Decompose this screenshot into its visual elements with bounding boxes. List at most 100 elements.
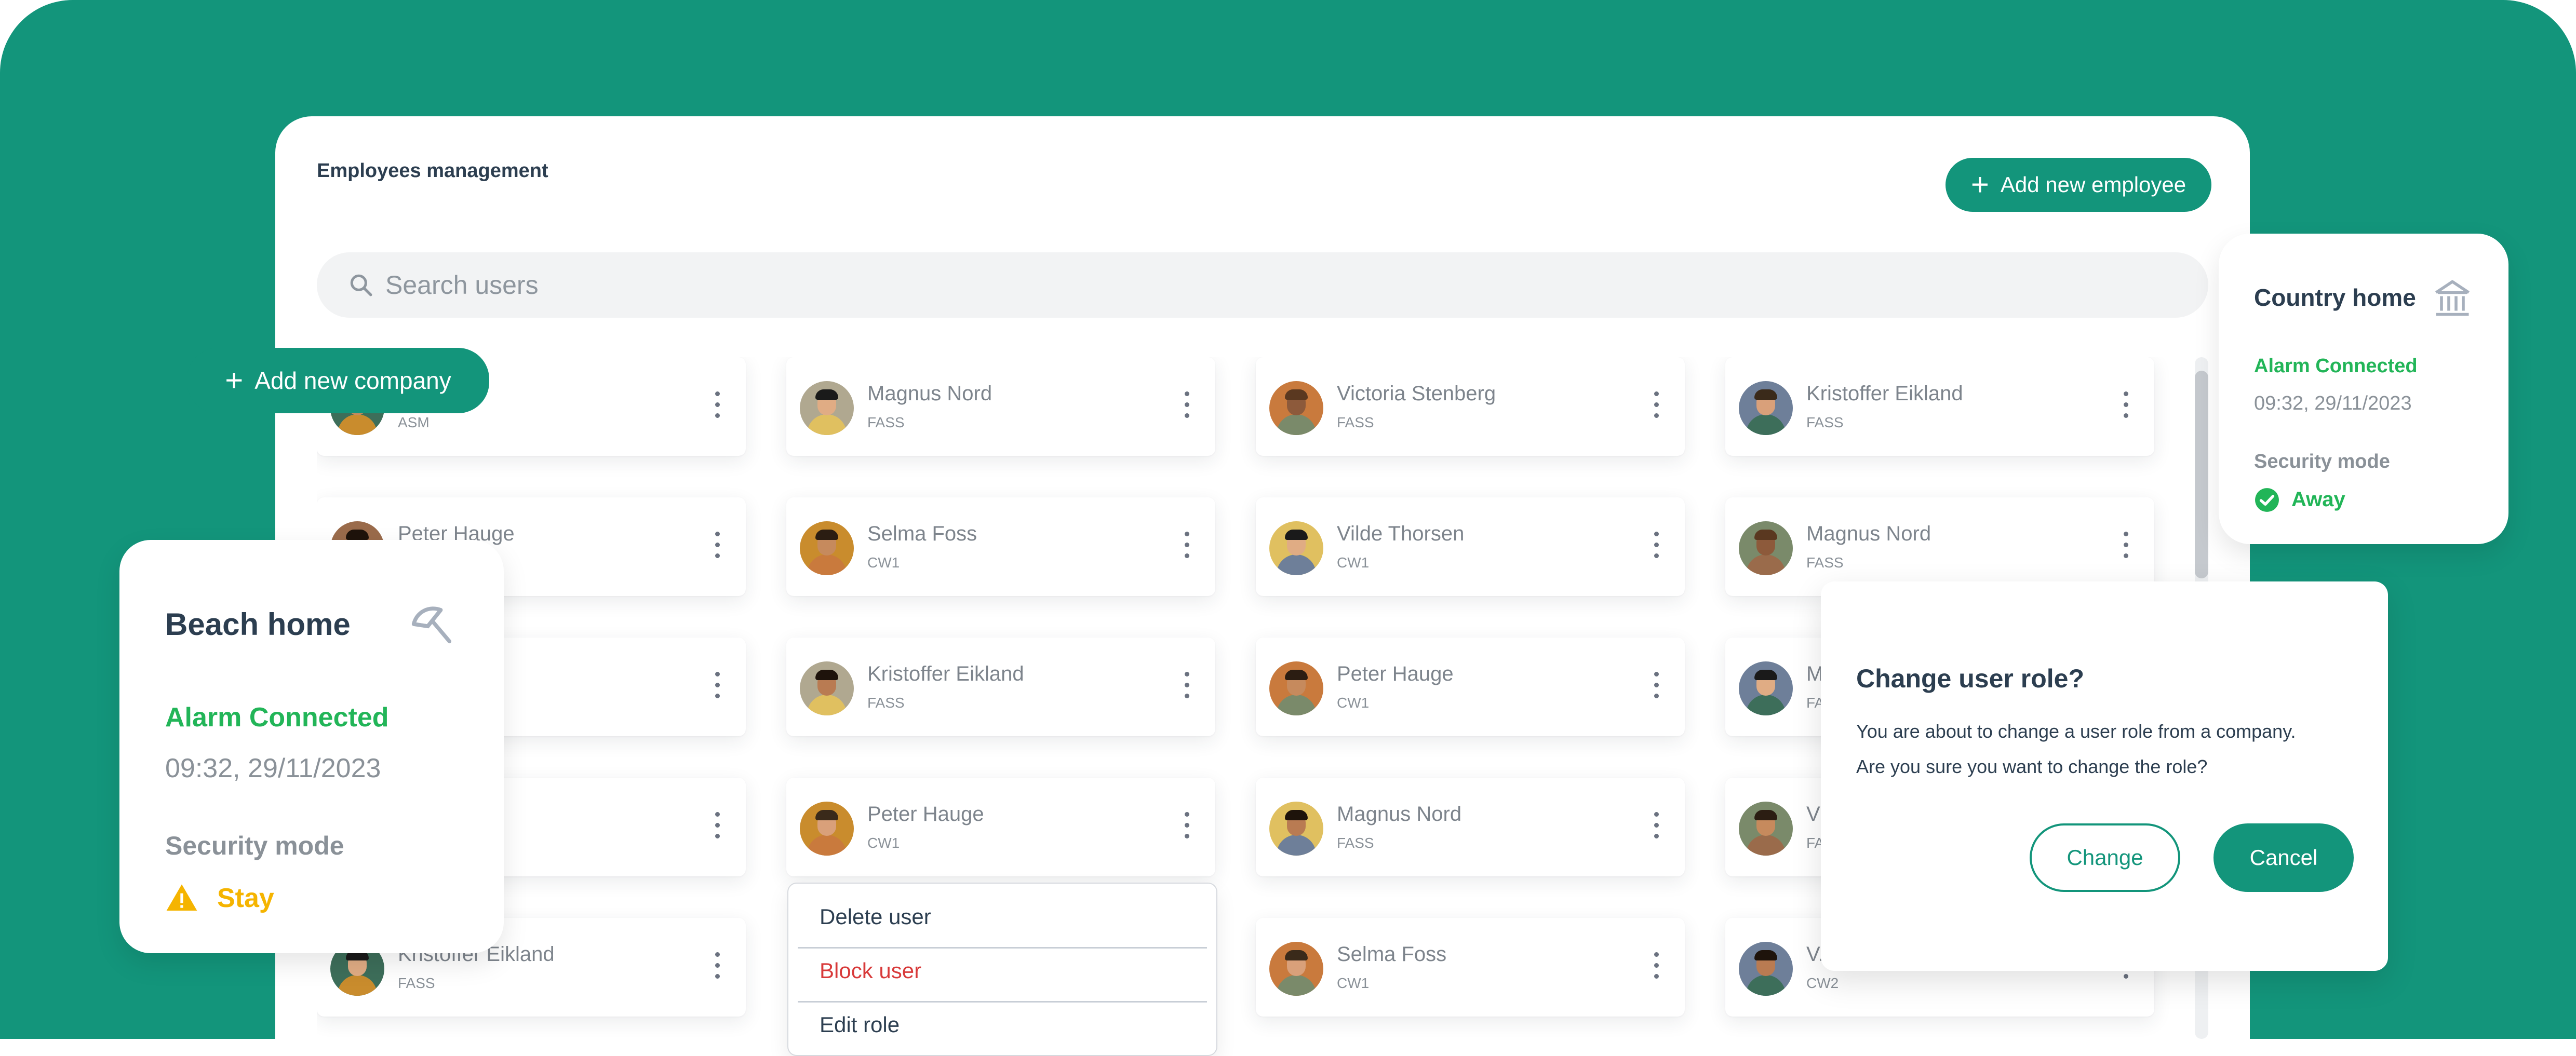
menu-divider bbox=[798, 947, 1207, 949]
more-options-icon[interactable] bbox=[714, 952, 721, 983]
employee-name: Selma Foss bbox=[867, 522, 977, 545]
dialog-title: Change user role? bbox=[1856, 664, 2084, 693]
employee-name: Magnus Nord bbox=[1806, 522, 1931, 545]
more-options-icon[interactable] bbox=[1183, 812, 1190, 843]
beach-home-card: Beach home Alarm Connected 09:32, 29/11/… bbox=[119, 540, 504, 953]
security-mode-value: Away bbox=[2291, 488, 2345, 511]
search-placeholder: Search users bbox=[385, 270, 539, 300]
employee-name: V bbox=[1806, 803, 1820, 825]
avatar bbox=[1739, 942, 1793, 996]
employee-role: FASS bbox=[867, 414, 905, 430]
change-role-dialog: Change user role? You are about to chang… bbox=[1821, 581, 2388, 971]
more-options-icon[interactable] bbox=[714, 532, 721, 563]
alarm-status: Alarm Connected bbox=[165, 702, 389, 733]
employee-role: CW1 bbox=[1337, 695, 1370, 711]
employee-name: Victoria Stenberg bbox=[1337, 382, 1496, 405]
security-mode-label: Security mode bbox=[2254, 451, 2390, 472]
check-circle-icon bbox=[2255, 488, 2279, 512]
employee-role: CW1 bbox=[1337, 554, 1370, 571]
employee-card[interactable]: Selma Foss CW1 bbox=[1256, 918, 1685, 1017]
more-options-icon[interactable] bbox=[1183, 532, 1190, 563]
change-button[interactable]: Change bbox=[2030, 823, 2180, 892]
employee-card[interactable]: Kristoffer Eikland FASS bbox=[1725, 357, 2154, 456]
employee-card[interactable]: Magnus Nord FASS bbox=[1256, 778, 1685, 876]
employee-card[interactable]: Peter Hauge CW1 bbox=[1256, 638, 1685, 736]
menu-divider bbox=[798, 1001, 1207, 1003]
avatar bbox=[1269, 942, 1323, 996]
employee-role: CW1 bbox=[867, 554, 900, 571]
employee-name: Magnus Nord bbox=[1337, 803, 1462, 825]
umbrella-icon bbox=[411, 606, 452, 644]
avatar bbox=[1739, 661, 1793, 715]
block-user-item[interactable]: Block user bbox=[820, 958, 921, 983]
employee-role: FASS bbox=[1337, 835, 1374, 851]
employee-role: ASM bbox=[398, 414, 430, 430]
employee-card[interactable]: Victoria Stenberg FASS bbox=[1256, 357, 1685, 456]
more-options-icon[interactable] bbox=[1183, 672, 1190, 703]
more-options-icon[interactable] bbox=[714, 812, 721, 843]
search-icon bbox=[350, 274, 372, 296]
avatar bbox=[800, 521, 854, 575]
more-options-icon[interactable] bbox=[2122, 391, 2129, 423]
more-options-icon[interactable] bbox=[1653, 672, 1660, 703]
more-options-icon[interactable] bbox=[1653, 532, 1660, 563]
employee-role: CW1 bbox=[867, 835, 900, 851]
employee-role: FASS bbox=[398, 975, 435, 991]
employee-card[interactable]: Magnus Nord FASS bbox=[786, 357, 1215, 456]
more-options-icon[interactable] bbox=[1653, 812, 1660, 843]
avatar bbox=[1739, 802, 1793, 856]
employee-name: Kristoffer Eikland bbox=[867, 662, 1024, 685]
beach-home-title: Beach home bbox=[165, 607, 351, 642]
alarm-timestamp: 09:32, 29/11/2023 bbox=[2254, 392, 2412, 414]
employee-role: CW2 bbox=[1806, 975, 1839, 991]
country-home-card: Country home Alarm Connected 09:32, 29/1… bbox=[2219, 234, 2508, 544]
avatar bbox=[1739, 381, 1793, 435]
avatar bbox=[1269, 381, 1323, 435]
search-input[interactable]: Search users bbox=[317, 252, 2208, 318]
more-options-icon[interactable] bbox=[1653, 391, 1660, 423]
employee-name: Magnus Nord bbox=[867, 382, 992, 405]
more-options-icon[interactable] bbox=[2122, 532, 2129, 563]
employee-role: FASS bbox=[1806, 554, 1844, 571]
add-employee-button[interactable]: + Add new employee bbox=[1946, 158, 2211, 212]
employee-card[interactable]: Kristoffer Eikland FASS bbox=[786, 638, 1215, 736]
plus-icon: + bbox=[1970, 167, 1989, 202]
add-company-label: Add new company bbox=[254, 367, 451, 394]
avatar bbox=[1269, 802, 1323, 856]
security-mode-label: Security mode bbox=[165, 831, 344, 860]
more-options-icon[interactable] bbox=[1183, 391, 1190, 423]
avatar bbox=[800, 802, 854, 856]
more-options-icon[interactable] bbox=[714, 391, 721, 423]
employee-card[interactable]: Selma Foss CW1 bbox=[786, 497, 1215, 596]
avatar bbox=[1269, 521, 1323, 575]
employee-role: FASS bbox=[1806, 414, 1844, 430]
warning-icon bbox=[166, 884, 197, 911]
add-employee-label: Add new employee bbox=[2000, 172, 2186, 197]
avatar bbox=[1269, 661, 1323, 715]
employee-name: Kristoffer Eikland bbox=[1806, 382, 1963, 405]
alarm-timestamp: 09:32, 29/11/2023 bbox=[165, 753, 381, 783]
dialog-message-line1: You are about to change a user role from… bbox=[1856, 721, 2296, 742]
edit-role-item[interactable]: Edit role bbox=[820, 1012, 900, 1037]
alarm-status: Alarm Connected bbox=[2254, 355, 2418, 377]
avatar bbox=[800, 381, 854, 435]
add-company-button[interactable]: + Add new company bbox=[187, 348, 489, 413]
more-options-icon[interactable] bbox=[1653, 952, 1660, 983]
employee-name: Peter Hauge bbox=[1337, 662, 1454, 685]
employee-card[interactable]: Vilde Thorsen CW1 bbox=[1256, 497, 1685, 596]
scrollbar-thumb[interactable] bbox=[2195, 371, 2208, 578]
more-options-icon[interactable] bbox=[714, 672, 721, 703]
employee-name: Vilde Thorsen bbox=[1337, 522, 1465, 545]
employee-card[interactable]: Peter Hauge CW1 bbox=[786, 778, 1215, 876]
employee-name: Selma Foss bbox=[1337, 943, 1447, 966]
delete-user-item[interactable]: Delete user bbox=[820, 904, 931, 929]
avatar bbox=[800, 661, 854, 715]
employee-role: FASS bbox=[1337, 414, 1374, 430]
context-menu: Delete user Block user Edit role bbox=[787, 883, 1217, 1056]
building-icon bbox=[2435, 280, 2470, 316]
cancel-button[interactable]: Cancel bbox=[2213, 823, 2354, 892]
page-title: Employees management bbox=[317, 160, 548, 182]
security-mode-value: Stay bbox=[217, 883, 274, 913]
employee-name: Peter Hauge bbox=[867, 803, 984, 825]
plus-icon: + bbox=[225, 363, 244, 398]
